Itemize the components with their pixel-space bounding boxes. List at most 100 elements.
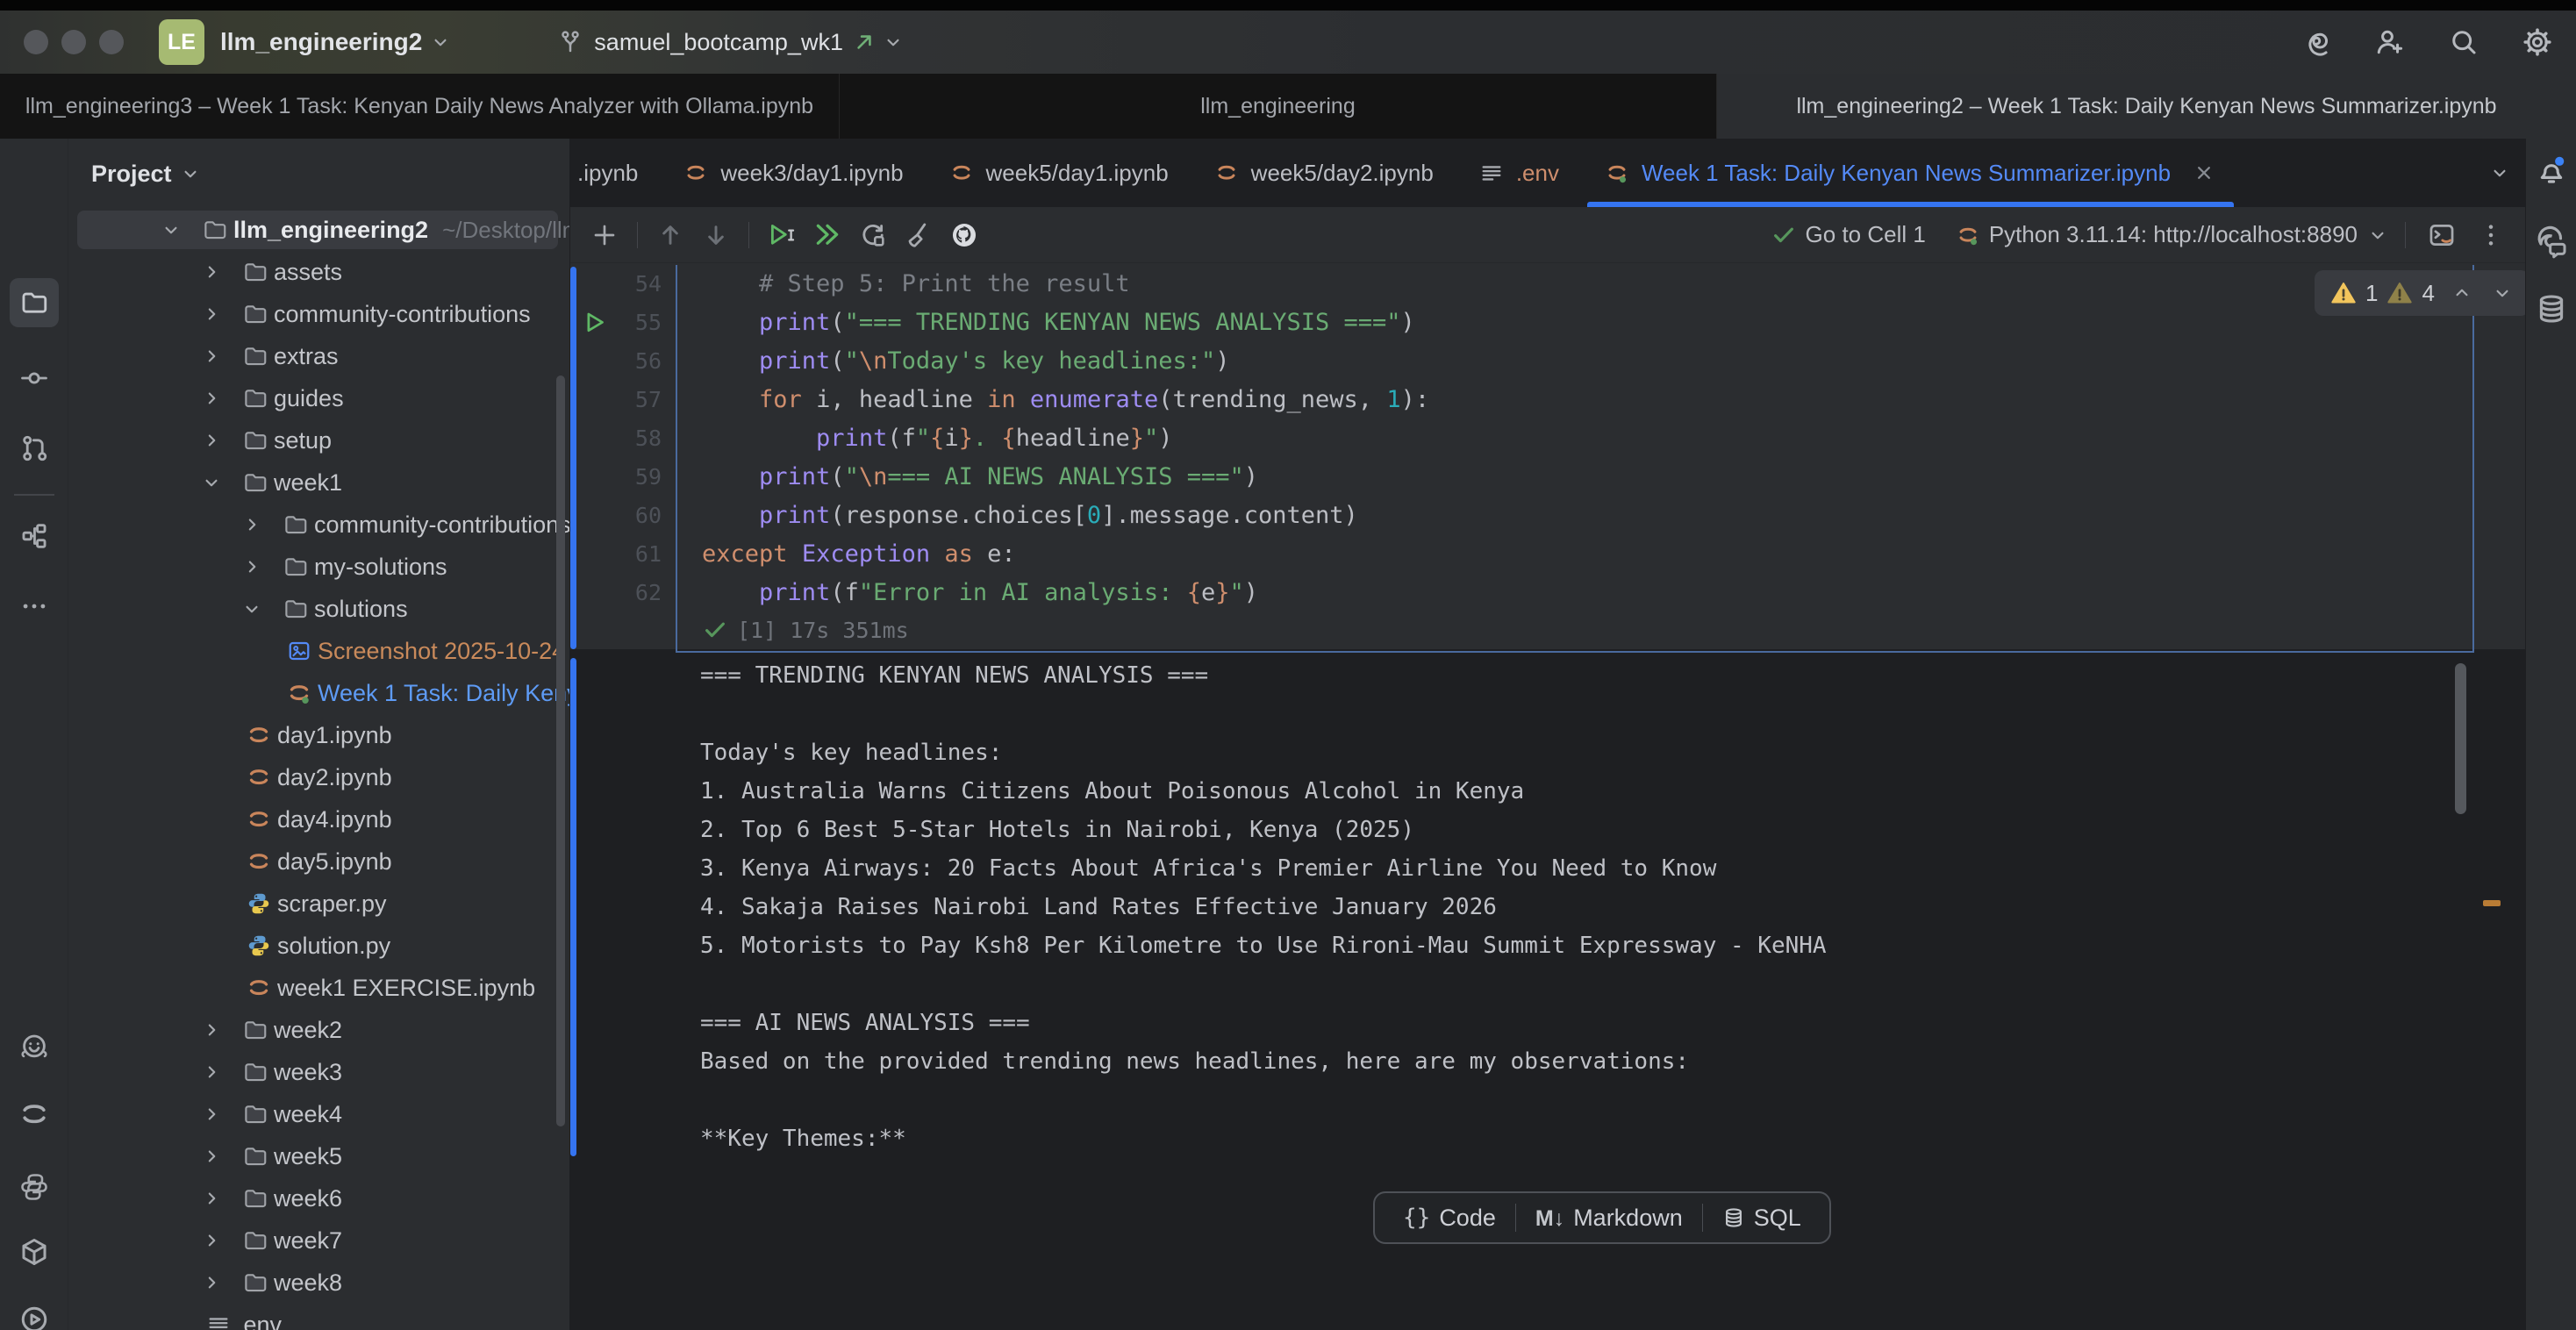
chevron-right-icon[interactable] — [200, 387, 237, 410]
project-tool-button[interactable] — [10, 278, 59, 327]
chevron-right-icon[interactable] — [200, 1019, 237, 1041]
chevron-right-icon[interactable] — [200, 429, 237, 452]
tree-item-community-contributions[interactable]: community-contributions — [68, 293, 570, 335]
tree-item-week5[interactable]: week5 — [68, 1135, 570, 1177]
inspections-widget[interactable]: 1 4 — [2315, 270, 2525, 316]
tree-item-week3[interactable]: week3 — [68, 1051, 570, 1093]
branch-name[interactable]: samuel_bootcamp_wk1 — [594, 29, 843, 56]
more-options-button[interactable] — [2471, 215, 2511, 255]
tree-item-extras[interactable]: extras — [68, 335, 570, 377]
tree-item-community-contributions[interactable]: community-contributions — [68, 504, 570, 546]
settings-gear-icon[interactable] — [2522, 26, 2553, 58]
window-tab-3[interactable]: llm_engineering2 – Week 1 Task: Daily Ke… — [1717, 74, 2576, 139]
tree-item-week4[interactable]: week4 — [68, 1093, 570, 1135]
tree-item-week6[interactable]: week6 — [68, 1177, 570, 1219]
jupyter-tool-button[interactable] — [10, 1090, 59, 1139]
editor-tab-5[interactable]: .env — [1456, 139, 1582, 207]
notifications-button[interactable] — [2527, 146, 2576, 195]
move-cell-down-button[interactable] — [696, 215, 736, 255]
run-tool-button[interactable] — [10, 1295, 59, 1330]
chevron-down-icon[interactable] — [160, 218, 197, 241]
chevron-down-icon[interactable] — [2366, 224, 2389, 247]
tree-item-guides[interactable]: guides — [68, 377, 570, 419]
ai-assistant-icon[interactable] — [2301, 26, 2332, 58]
tree-item-setup[interactable]: setup — [68, 419, 570, 461]
window-tab-2[interactable]: llm_engineering — [840, 74, 1717, 139]
more-tools-button[interactable] — [10, 582, 59, 631]
git-branch-icon[interactable] — [557, 29, 583, 55]
database-tool-button[interactable] — [2527, 284, 2576, 333]
run-all-cells-button[interactable] — [807, 215, 848, 255]
tree-item-week2[interactable]: week2 — [68, 1009, 570, 1051]
chevron-down-icon[interactable] — [429, 31, 452, 54]
restart-kernel-button[interactable] — [853, 215, 893, 255]
chevron-right-icon[interactable] — [200, 1061, 237, 1083]
chevron-right-icon[interactable] — [200, 261, 237, 283]
go-to-cell-button[interactable]: Go to Cell 1 — [1806, 221, 1926, 248]
previous-problem-button[interactable] — [2451, 282, 2473, 304]
tree-item-day2-ipynb[interactable]: day2.ipynb — [68, 756, 570, 798]
window-minimize-button[interactable] — [61, 30, 86, 54]
output-scrollbar[interactable] — [2455, 663, 2466, 814]
tree-item-screenshot-2025-10-24-at[interactable]: Screenshot 2025-10-24 at — [68, 630, 570, 672]
github-button[interactable] — [944, 215, 984, 255]
tree-item-week8[interactable]: week8 — [68, 1262, 570, 1304]
tree-item-day4-ipynb[interactable]: day4.ipynb — [68, 798, 570, 840]
project-name[interactable]: llm_engineering2 — [220, 28, 422, 56]
chevron-right-icon[interactable] — [200, 303, 237, 325]
chevron-right-icon[interactable] — [200, 1271, 237, 1294]
tree-item-week1[interactable]: week1 — [68, 461, 570, 504]
next-problem-button[interactable] — [2491, 282, 2514, 304]
code-cell[interactable]: # Step 5: Print the result print("=== TR… — [676, 265, 2474, 653]
chevron-right-icon[interactable] — [200, 1187, 237, 1210]
editor-tab-3[interactable]: week5/day1.ipynb — [927, 139, 1191, 207]
add-cell-button[interactable] — [584, 215, 625, 255]
project-tree-scrollbar[interactable] — [556, 375, 565, 1126]
huggingface-tool-button[interactable] — [10, 1022, 59, 1071]
add-markdown-cell-button[interactable]: M↓ Markdown — [1516, 1193, 1702, 1242]
tree-item-my-solutions[interactable]: my-solutions — [68, 546, 570, 588]
chevron-right-icon[interactable] — [200, 1145, 237, 1168]
code-with-me-icon[interactable] — [2374, 26, 2406, 58]
python-packages-tool-button[interactable] — [10, 1162, 59, 1212]
add-sql-cell-button[interactable]: SQL — [1703, 1193, 1821, 1242]
add-code-cell-button[interactable]: {} Code — [1384, 1193, 1515, 1242]
close-icon[interactable] — [2192, 161, 2216, 185]
chevron-right-icon[interactable] — [200, 1229, 237, 1252]
tree-item-week7[interactable]: week7 — [68, 1219, 570, 1262]
chevron-right-icon[interactable] — [240, 513, 277, 536]
error-stripe-mark[interactable] — [2483, 900, 2501, 906]
tree-item-scraper-py[interactable]: scraper.py — [68, 883, 570, 925]
chevron-right-icon[interactable] — [240, 555, 277, 578]
run-line-icon[interactable] — [583, 310, 609, 336]
project-avatar[interactable]: LE — [159, 19, 204, 65]
chevron-down-icon[interactable] — [882, 31, 905, 54]
window-close-button[interactable] — [24, 30, 48, 54]
tree-item-week1-exercise-ipynb[interactable]: week1 EXERCISE.ipynb — [68, 967, 570, 1009]
jupyter-console-button[interactable] — [2422, 215, 2462, 255]
tree-item-solution-py[interactable]: solution.py — [68, 925, 570, 967]
tree-item-assets[interactable]: assets — [68, 251, 570, 293]
editor-tab-2[interactable]: week3/day1.ipynb — [661, 139, 926, 207]
clear-outputs-button[interactable] — [898, 215, 939, 255]
tree-item-day1-ipynb[interactable]: day1.ipynb — [68, 714, 570, 756]
tree-item-llm-engineering2[interactable]: llm_engineering2~/Desktop/llm_en — [68, 209, 570, 251]
packages-tool-button[interactable] — [10, 1227, 59, 1276]
window-zoom-button[interactable] — [99, 30, 124, 54]
window-tab-1[interactable]: llm_engineering3 – Week 1 Task: Kenyan D… — [0, 74, 840, 139]
move-cell-up-button[interactable] — [650, 215, 691, 255]
structure-tool-button[interactable] — [10, 511, 59, 561]
search-everywhere-icon[interactable] — [2448, 26, 2479, 58]
editor-tab-1[interactable]: .ipynb — [570, 139, 661, 207]
chevron-down-icon[interactable] — [240, 597, 277, 620]
editor-tab-6[interactable]: Week 1 Task: Daily Kenyan News Summarize… — [1582, 139, 2239, 207]
tree-item--env[interactable]: .env — [68, 1304, 570, 1330]
chevron-down-icon[interactable] — [200, 471, 237, 494]
ai-chat-button[interactable] — [2527, 218, 2576, 267]
commit-tool-button[interactable] — [10, 354, 59, 403]
tree-item-day5-ipynb[interactable]: day5.ipynb — [68, 840, 570, 883]
tree-item-week-1-task-daily-kenyan[interactable]: Week 1 Task: Daily Kenyan — [68, 672, 570, 714]
chevron-right-icon[interactable] — [200, 345, 237, 368]
pull-requests-tool-button[interactable] — [10, 424, 59, 473]
tab-list-chevron-icon[interactable] — [2488, 161, 2511, 184]
